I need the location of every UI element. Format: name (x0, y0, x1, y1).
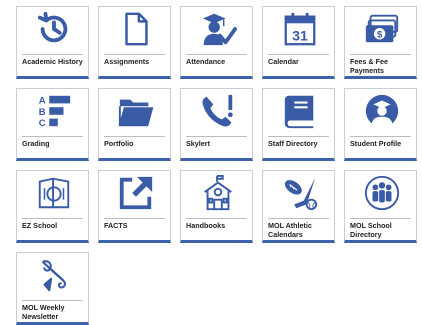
tile-label: Assignments (104, 57, 150, 66)
tile-label: Calendar (268, 57, 299, 66)
tile-staff-directory[interactable]: Staff Directory (262, 88, 335, 161)
tile-label: Skylert (186, 139, 210, 148)
external-link-icon (99, 171, 172, 215)
tile-academic-history[interactable]: Academic History (16, 6, 89, 79)
tile-facts[interactable]: FACTS (98, 170, 171, 243)
history-clock-icon (17, 7, 90, 51)
tile-label: MOL Athletic Calendars (268, 221, 312, 239)
tile-label: Fees & Fee Payments (350, 57, 388, 75)
phone-alert-icon (181, 89, 254, 133)
tile-attendance[interactable]: Attendance (180, 6, 253, 79)
tile-fees[interactable]: $ Fees & Fee Payments (344, 6, 417, 79)
grade-letter-a: A (38, 95, 45, 106)
tile-label: Handbooks (186, 221, 226, 230)
tile-label: Portfolio (104, 139, 134, 148)
grade-list-icon: A B C (17, 89, 90, 133)
grade-letter-b: B (38, 107, 45, 118)
tile-portfolio[interactable]: Portfolio (98, 88, 171, 161)
school-building-icon (181, 171, 254, 215)
tile-label: MOL School Directory (350, 221, 392, 239)
graduate-check-icon (181, 7, 254, 51)
people-group-icon (345, 171, 418, 215)
calendar-icon: 31 (263, 7, 336, 51)
menu-plate-icon (17, 171, 90, 215)
tile-mol-athletic-calendars[interactable]: MOL Athletic Calendars (262, 170, 335, 243)
tile-label: Student Profile (350, 139, 402, 148)
tile-assignments[interactable]: Assignments (98, 6, 171, 79)
tile-label: Staff Directory (268, 139, 318, 148)
tile-grading[interactable]: A B C Grading (16, 88, 89, 161)
sports-icon (263, 171, 336, 215)
tile-mol-school-directory[interactable]: MOL School Directory (344, 170, 417, 243)
tile-label: MOL Weekly Newsletter (22, 303, 65, 321)
calendar-day-number: 31 (292, 28, 308, 44)
tile-calendar[interactable]: 31 Calendar (262, 6, 335, 79)
folder-icon (99, 89, 172, 133)
tile-student-profile[interactable]: Student Profile (344, 88, 417, 161)
tile-label: EZ School (22, 221, 58, 230)
student-avatar-icon (345, 89, 418, 133)
tile-label: Academic History (22, 57, 83, 66)
tile-label: Attendance (186, 57, 226, 66)
tile-handbooks[interactable]: Handbooks (180, 170, 253, 243)
tile-mol-weekly-newsletter[interactable]: MOL Weekly Newsletter (16, 252, 89, 325)
tile-label: FACTS (104, 221, 128, 230)
tile-skylert[interactable]: Skylert (180, 88, 253, 161)
scroll-icon (17, 253, 90, 297)
book-icon (263, 89, 336, 133)
money-icon: $ (345, 7, 418, 51)
svg-text:$: $ (376, 30, 382, 41)
grade-letter-c: C (38, 118, 45, 129)
document-icon (99, 7, 172, 51)
tile-label: Grading (22, 139, 50, 148)
tile-ez-school[interactable]: EZ School (16, 170, 89, 243)
